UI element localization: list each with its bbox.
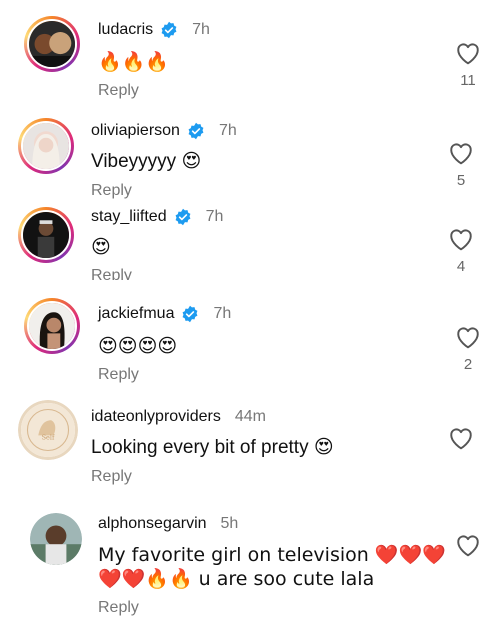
like-count: 4 (456, 258, 466, 275)
avatar[interactable] (24, 16, 80, 72)
heart-outline-icon[interactable] (455, 325, 481, 349)
comment-text-line-1: My favorite girl on television ❤️❤️❤️ (98, 544, 446, 566)
heart-outline-icon[interactable] (448, 141, 474, 165)
comment-text-line-2: ❤️❤️🔥🔥 u are soo cute lala (98, 568, 375, 590)
comment-item: oliviapierson 7h Vibeyyyyy 😍 Reply 5 (0, 110, 500, 205)
comment-item: Self idateonlyproviders 44m Looking ever… (0, 398, 500, 498)
timestamp: 7h (213, 305, 232, 322)
username-row: stay_liifted 7h (91, 208, 223, 226)
avatar[interactable] (30, 513, 82, 565)
username[interactable]: jackiefmua (98, 305, 174, 323)
reply-button[interactable]: Reply (91, 468, 132, 486)
verified-badge-icon (161, 21, 177, 39)
reply-button[interactable]: Reply (91, 182, 132, 200)
username[interactable]: oliviapierson (91, 122, 180, 140)
like-count: 2 (463, 356, 473, 373)
verified-badge-icon (183, 305, 198, 323)
comment-item: jackiefmua 7h 😍😍😍😍 Reply 2 (0, 290, 500, 390)
timestamp: 7h (218, 122, 237, 139)
timestamp: 44m (234, 408, 266, 425)
heart-outline-icon[interactable] (448, 227, 474, 251)
comment-text: Looking every bit of pretty 😍 (91, 437, 334, 458)
comment-item: ludacris 7h 🔥🔥🔥 Reply 11 (0, 0, 500, 110)
timestamp: 7h (192, 21, 210, 38)
username-row: alphonsegarvin 5h (98, 515, 238, 533)
heart-outline-icon[interactable] (455, 41, 481, 65)
avatar[interactable]: Self (18, 400, 78, 460)
username-row: idateonlyproviders 44m (91, 408, 266, 426)
heart-outline-icon[interactable] (455, 533, 481, 557)
reply-button[interactable]: Reply (98, 599, 139, 617)
like-count: 11 (460, 72, 476, 89)
avatar[interactable] (18, 118, 74, 174)
reply-button[interactable]: Reply (91, 267, 132, 280)
verified-badge-icon (188, 122, 204, 140)
verified-badge-icon (175, 208, 191, 226)
comment-text: 😍 (91, 236, 111, 258)
avatar[interactable] (24, 298, 80, 354)
username-row: oliviapierson 7h (91, 122, 237, 140)
username[interactable]: alphonsegarvin (98, 515, 207, 533)
username-row: ludacris 7h (98, 21, 210, 39)
svg-text:Self: Self (42, 434, 55, 442)
username-row: jackiefmua 7h (98, 305, 231, 323)
like-count: 5 (456, 172, 466, 189)
avatar[interactable] (18, 207, 74, 263)
comment-item: stay_liifted 7h 😍 Reply 4 (0, 205, 500, 280)
comment-text: Vibeyyyyy 😍 (91, 151, 202, 172)
username[interactable]: idateonlyproviders (91, 408, 221, 426)
timestamp: 7h (205, 208, 224, 225)
comment-item: alphonsegarvin 5h My favorite girl on te… (0, 505, 500, 625)
comment-text: 😍😍😍😍 (98, 335, 178, 357)
username[interactable]: ludacris (98, 21, 153, 39)
reply-button[interactable]: Reply (98, 366, 139, 384)
comment-text: 🔥🔥🔥 (98, 51, 169, 73)
heart-outline-icon[interactable] (448, 426, 474, 450)
reply-button[interactable]: Reply (98, 82, 139, 100)
username[interactable]: stay_liifted (91, 208, 167, 226)
timestamp: 5h (220, 515, 239, 532)
